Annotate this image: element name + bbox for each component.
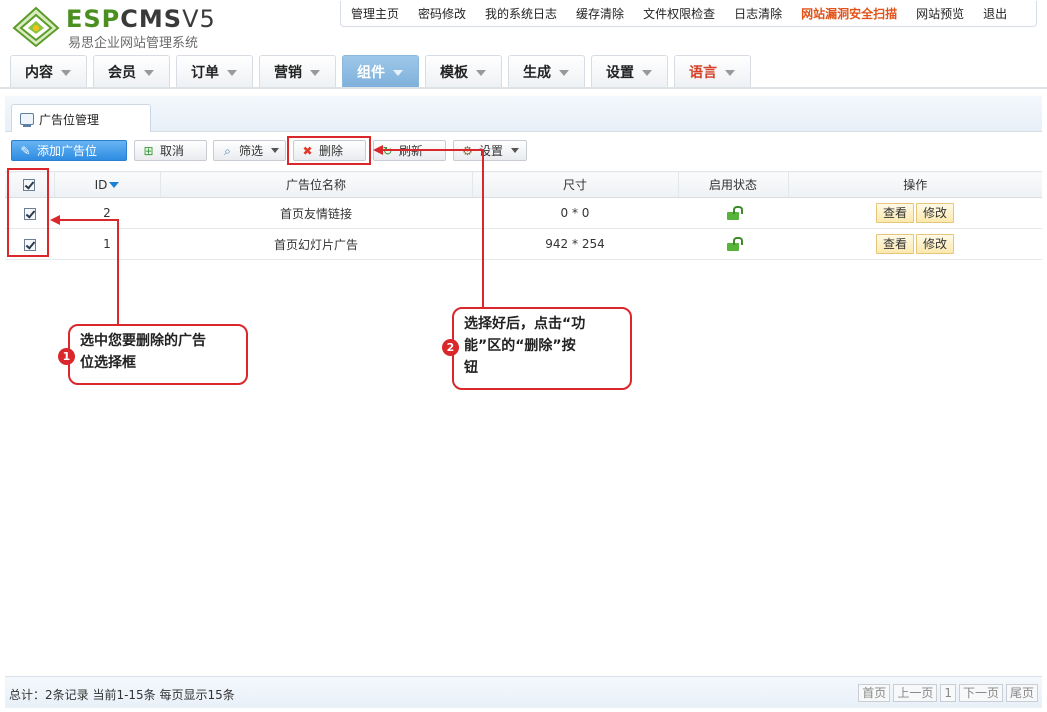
pager-current[interactable]: 1 [940,684,956,702]
step-1-badge: 1 [58,348,75,365]
nav-tab-marketing[interactable]: 营销 [259,55,336,87]
chevron-down-icon [725,69,735,76]
pagination-footer: 总计：2条记录 当前1-15条 每页显示15条 首页 上一页 1 下一页 尾页 [5,676,1042,708]
nav-tab-members[interactable]: 会员 [93,55,170,87]
chevron-down-icon [642,69,652,76]
edit-button[interactable]: 修改 [916,234,955,254]
chevron-down-icon [511,148,520,153]
view-button[interactable]: 查看 [875,234,914,254]
nav-tab-settings[interactable]: 设置 [591,55,668,87]
chevron-down-icon [271,148,279,153]
callout-step-1: 选中您要删除的广告 位选择框 [68,324,248,385]
nav-tab-orders[interactable]: 订单 [176,55,253,87]
checkbox-column-highlight [7,168,49,257]
header-id[interactable]: ID [54,171,161,198]
unlocked-icon[interactable] [727,206,739,221]
callout-step-2: 选择好后，点击“功 能”区的“删除”按 钮 [452,307,632,390]
espcms-logo: ESPCMSV5 易思企业网站管理系统 [10,4,220,51]
row-name: 首页友情链接 [160,197,472,229]
pager: 首页 上一页 1 下一页 尾页 [855,684,1038,702]
chevron-down-icon [144,69,154,76]
header-name: 广告位名称 [160,171,473,198]
chevron-down-icon [61,69,71,76]
header-size: 尺寸 [472,171,679,198]
refresh-button[interactable]: ↻ 刷新 [373,140,446,161]
pager-last[interactable]: 尾页 [1005,684,1038,702]
tab-ad-slot-management[interactable]: 广告位管理 [11,104,151,133]
top-menu: 管理主页 密码修改 我的系统日志 缓存清除 文件权限检查 日志清除 网站漏洞安全… [340,1,1037,27]
chevron-down-icon [393,69,403,76]
top-link-file-permissions[interactable]: 文件权限检查 [643,5,715,22]
add-document-icon: ✎ [20,143,31,158]
nav-tab-generate[interactable]: 生成 [508,55,585,87]
logo-wordmark: ESPCMSV5 [66,5,216,33]
row-id: 2 [54,197,160,229]
filter-button[interactable]: ⌕ 筛选 [213,140,286,161]
table-row: 1 首页幻灯片广告 942 * 254 查看 修改 [5,228,1042,260]
monitor-icon [20,113,34,127]
view-button[interactable]: 查看 [875,203,914,223]
add-ad-slot-button[interactable]: ✎ 添加广告位 [11,140,127,161]
chevron-down-icon [559,69,569,76]
sort-desc-icon [109,182,120,188]
nav-tab-templates[interactable]: 模板 [425,55,502,87]
nav-tab-content[interactable]: 内容 [10,55,87,87]
header-ops: 操作 [788,171,1042,198]
chevron-down-icon [310,69,320,76]
nav-divider [0,87,1047,89]
top-link-clear-cache[interactable]: 缓存清除 [576,5,624,22]
chevron-down-icon [227,69,237,76]
settings-icon: ⚙ [462,143,473,158]
header-status: 启用状态 [678,171,789,198]
top-link-my-log[interactable]: 我的系统日志 [485,5,557,22]
pager-prev[interactable]: 上一页 [893,684,938,702]
panel-tab-bar: 广告位管理 [5,96,1042,133]
cancel-icon: ⊞ [143,143,154,158]
record-summary: 总计：2条记录 当前1-15条 每页显示15条 [9,688,235,702]
filter-icon: ⌕ [224,143,231,158]
top-link-home[interactable]: 管理主页 [351,5,399,22]
unlocked-icon[interactable] [727,237,739,252]
function-toolbar: ✎ 添加广告位 ⊞ 取消 ⌕ 筛选 ✖ 删除 ↻ 刷新 ⚙ 设置 [5,132,1042,168]
logo-subtitle: 易思企业网站管理系统 [68,36,199,51]
delete-button-highlight [287,136,371,165]
nav-tab-components[interactable]: 组件 [342,55,419,87]
ad-slot-panel: 广告位管理 ✎ 添加广告位 ⊞ 取消 ⌕ 筛选 ✖ 删除 ↻ 刷新 ⚙ 设置 ID 广告位名… [5,96,1042,708]
top-link-preview[interactable]: 网站预览 [916,5,964,22]
refresh-icon: ↻ [382,143,393,158]
pager-next[interactable]: 下一页 [958,684,1003,702]
table-row: 2 首页友情链接 0 * 0 查看 修改 [5,197,1042,229]
step-2-badge: 2 [442,339,459,356]
top-link-logout[interactable]: 退出 [983,5,1007,22]
top-link-password[interactable]: 密码修改 [418,5,466,22]
logo-mark-icon [12,6,60,48]
main-nav: 内容 会员 订单 营销 组件 模板 生成 设置 语言 [10,55,757,87]
row-name: 首页幻灯片广告 [160,228,472,260]
top-link-clear-log[interactable]: 日志清除 [734,5,782,22]
settings-button[interactable]: ⚙ 设置 [453,140,527,161]
table-header-row: ID 广告位名称 尺寸 启用状态 操作 [5,171,1042,198]
row-size: 0 * 0 [472,197,678,229]
edit-button[interactable]: 修改 [916,203,955,223]
row-id: 1 [54,228,160,260]
pager-first[interactable]: 首页 [858,684,891,702]
top-link-security-scan[interactable]: 网站漏洞安全扫描 [801,5,897,22]
nav-tab-language[interactable]: 语言 [674,55,751,87]
ad-slot-table: ID 广告位名称 尺寸 启用状态 操作 2 首页友情链接 0 * 0 查看 修改 … [5,171,1042,260]
cancel-button[interactable]: ⊞ 取消 [134,140,207,161]
row-size: 942 * 254 [472,228,678,260]
chevron-down-icon [476,69,486,76]
